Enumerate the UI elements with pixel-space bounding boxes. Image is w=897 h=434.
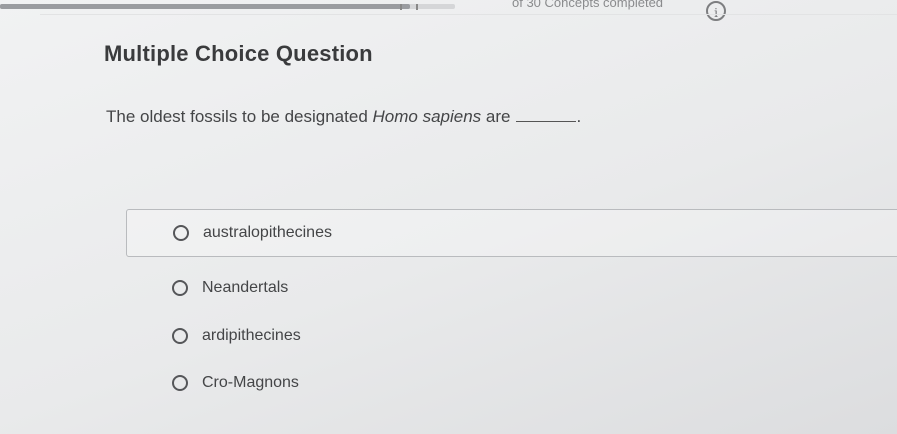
progress-fill	[0, 4, 410, 9]
question-text: The oldest fossils to be designated Homo…	[106, 107, 581, 127]
question-text-before: The oldest fossils to be designated	[106, 107, 373, 126]
radio-icon[interactable]	[172, 375, 188, 391]
header-divider	[40, 14, 897, 15]
question-text-italic: Homo sapiens	[372, 107, 482, 126]
radio-icon[interactable]	[172, 328, 188, 344]
radio-icon[interactable]	[173, 225, 189, 241]
question-heading: Multiple Choice Question	[104, 41, 373, 66]
option-label: ardipithecines	[202, 327, 301, 344]
option-label: australopithecines	[203, 224, 332, 241]
question-text-end: .	[576, 107, 582, 126]
option-label: Neandertals	[202, 279, 289, 296]
option-label: Cro-Magnons	[202, 374, 299, 391]
progress-marker	[400, 4, 418, 10]
option-cro-magnons[interactable]: Cro-Magnons	[126, 359, 897, 407]
option-australopithecines[interactable]: australopithecines	[126, 209, 897, 257]
progress-text: of 30 Concepts completed	[512, 0, 664, 10]
radio-icon[interactable]	[172, 280, 188, 296]
progress-bar	[0, 4, 455, 10]
option-ardipithecines[interactable]: ardipithecines	[126, 312, 897, 360]
answer-blank	[516, 120, 577, 122]
info-icon[interactable]: i	[706, 1, 726, 21]
option-neandertals[interactable]: Neandertals	[126, 264, 897, 312]
question-text-after: are	[481, 107, 511, 126]
